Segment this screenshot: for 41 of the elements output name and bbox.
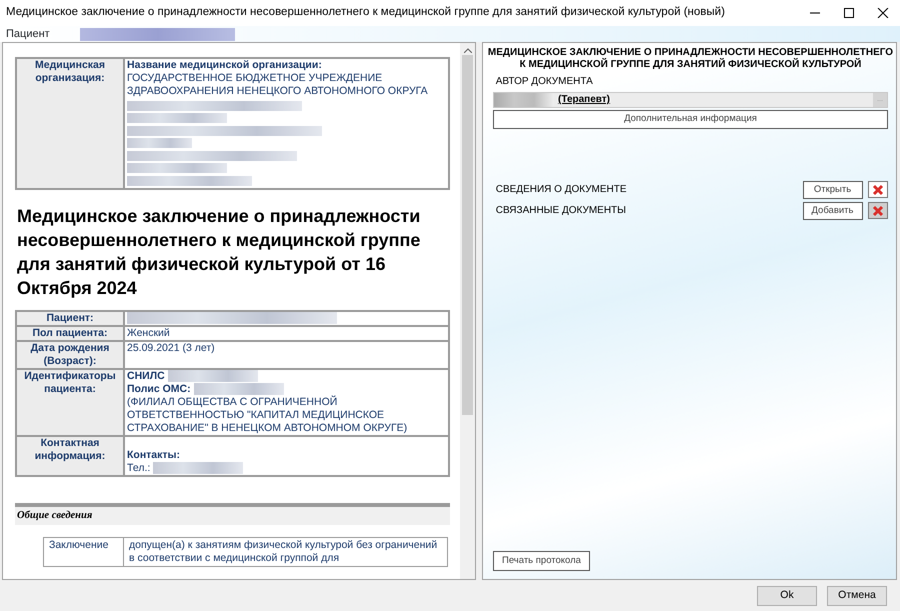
delete-icon (872, 184, 884, 196)
redacted-block (494, 92, 554, 106)
scroll-up-icon[interactable] (464, 48, 472, 53)
maximize-icon[interactable] (843, 8, 855, 18)
field-value: 25.09.2021 (3 лет) (127, 342, 215, 354)
field-value: Тел.: (127, 462, 150, 474)
author-value: (Терапевт) (558, 93, 612, 107)
section-title: Общие сведения (15, 503, 450, 525)
section-label: СВЕДЕНИЯ О ДОКУМЕНТЕ (496, 183, 628, 198)
delete-icon (872, 204, 884, 217)
field-label: Контакты: (127, 449, 180, 461)
dialog-button[interactable]: Отмена (827, 586, 887, 606)
patient-label: Пациент (6, 26, 50, 42)
section-label: СВЯЗАННЫЕ ДОКУМЕНТЫ (496, 204, 628, 218)
row-label: Идентификаторы пациента: (16, 369, 124, 436)
row-label: Пол пациента: (16, 326, 124, 341)
close-icon[interactable] (877, 8, 889, 18)
section-button[interactable]: Открыть (802, 180, 862, 199)
org-name: ГОСУДАРСТВЕННОЕ БЮДЖЕТНОЕ УЧРЕЖДЕНИЕ ЗДРАВООХРАНЕНИЯ НЕНЕЦКОГО АВТОНОМНОГО ОКРУГА (127, 72, 429, 98)
row-label: Медицинская организация: (16, 58, 124, 189)
org-name-label: Название медицинской организации: (127, 59, 323, 72)
panel-title: МЕДИЦИНСКОЕ ЗАКЛЮЧЕНИЕ О ПРИНАДЛЕЖНОСТИ НЕСОВЕРШЕННОЛЕТНЕГО К МЕДИЦИНСКОЙ ГРУППЕ ДЛЯ ЗАНЯТИЙ ФИЗИЧЕСКОЙ КУЛЬТУРОЙ (487, 47, 894, 71)
field-value: допущен(а) к занятиям физической культурой без ограничений в соответствии с медицинской группой для (124, 537, 448, 566)
field-label: СНИЛС (127, 370, 165, 382)
redacted-block (127, 138, 192, 148)
field-label: АВТОР ДОКУМЕНТА (496, 74, 594, 89)
field-value: (ФИЛИАЛ ОБЩЕСТВА С ОГРАНИЧЕННОЙ ОТВЕТСТВЕННОСТЬЮ "КАПИТАЛ МЕДИЦИНСКОЕ СТРАХОВАНИЕ" В НЕНЕЦКОМ АВТОНОМНОМ ОКРУГЕ) (127, 396, 408, 435)
row-label: Дата рождения (Возраст): (16, 341, 124, 369)
field-label: Полис ОМС: (127, 383, 191, 395)
row-label: Заключение (44, 537, 124, 566)
scrollbar-thumb[interactable] (462, 55, 473, 415)
section-button[interactable]: Добавить (802, 202, 862, 220)
row-label: Пациент: (16, 311, 124, 326)
print-button[interactable]: Печать протокола (493, 550, 590, 571)
row-label: Контактная информация: (16, 436, 124, 476)
document-heading: Медицинское заключение о принадлежности несовершеннолетнего к медицинской группе для занятий физической культурой от 16 Октября 2024 (17, 205, 422, 300)
dialog-button[interactable]: Ok (757, 586, 817, 606)
delete-button[interactable] (868, 181, 888, 198)
additional-info-button[interactable]: Дополнительная информация (493, 110, 888, 128)
field-value: Женский (127, 327, 170, 339)
window-title: Медицинское заключение о принадлежности несовершеннолетнего к медицинской группе для занятий физической культурой (новый) (6, 5, 726, 20)
